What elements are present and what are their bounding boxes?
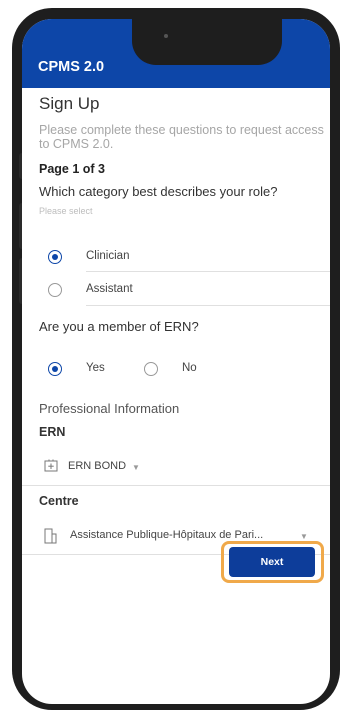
ern-label: ERN [39, 425, 66, 439]
camera-dot [164, 34, 168, 38]
form-subtitle: Please complete these questions to reque… [39, 123, 324, 151]
next-button[interactable]: Next [229, 547, 315, 577]
option-label-no[interactable]: No [182, 362, 197, 374]
hospital-cross-icon [44, 459, 58, 472]
phone-screen: CPMS 2.0 Sign Up Please complete these q… [22, 19, 330, 704]
building-icon [44, 528, 57, 544]
radio-ern-yes[interactable] [48, 362, 62, 376]
section-divider [22, 485, 330, 486]
option-label-yes[interactable]: Yes [86, 362, 105, 374]
chevron-down-icon[interactable]: ▼ [132, 463, 140, 472]
role-question: Which category best describes your role? [39, 184, 278, 199]
option-divider [86, 271, 330, 272]
option-label-clinician[interactable]: Clinician [86, 250, 129, 262]
option-label-assistant[interactable]: Assistant [86, 283, 133, 295]
professional-info-heading: Professional Information [39, 401, 180, 416]
centre-select-value[interactable]: Assistance Publique-Hôpitaux de Pari... [70, 529, 263, 541]
notch [132, 19, 282, 65]
centre-label: Centre [39, 494, 79, 508]
page-indicator: Page 1 of 3 [39, 162, 105, 176]
radio-clinician[interactable] [48, 250, 62, 264]
option-divider [86, 305, 330, 306]
radio-ern-no[interactable] [144, 362, 158, 376]
ern-select-value[interactable]: ERN BOND [68, 460, 126, 472]
role-hint: Please select [39, 206, 93, 216]
app-title: CPMS 2.0 [38, 59, 105, 75]
radio-assistant[interactable] [48, 283, 62, 297]
page-title: Sign Up [39, 94, 100, 113]
ern-question: Are you a member of ERN? [39, 319, 199, 334]
chevron-down-icon[interactable]: ▼ [300, 532, 308, 541]
